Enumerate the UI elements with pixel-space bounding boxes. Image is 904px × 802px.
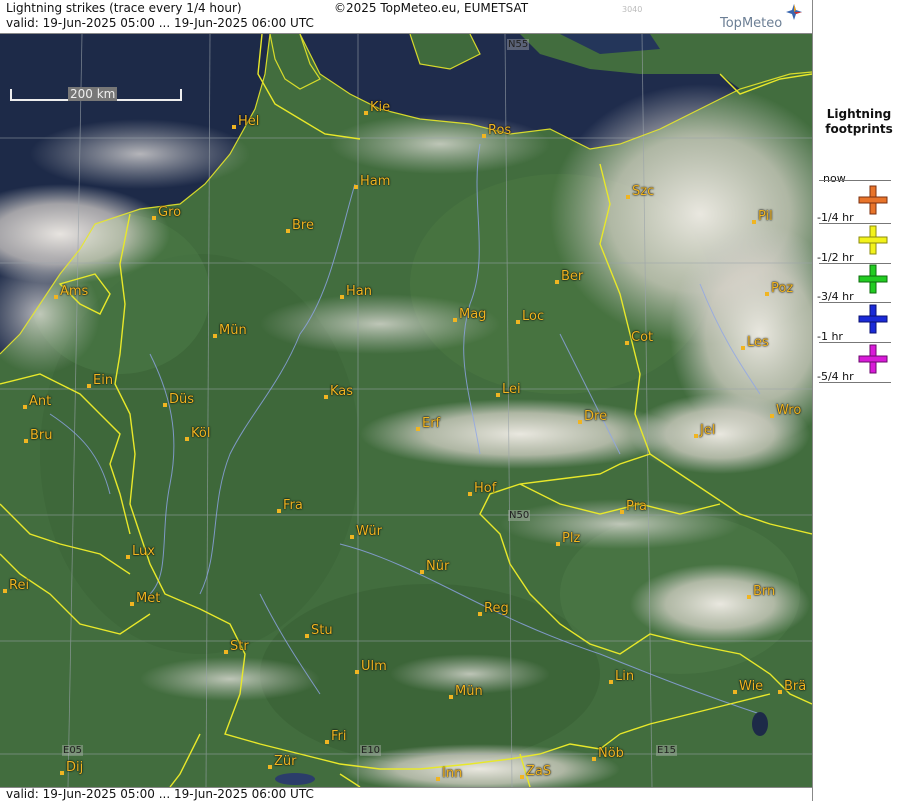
city-label[interactable]: Hof bbox=[468, 481, 496, 496]
grid-label-n50: N50 bbox=[508, 510, 531, 521]
legend-item-five-quarter: -5/4 hr bbox=[813, 343, 904, 383]
city-label[interactable]: Rei bbox=[3, 578, 29, 593]
city-label[interactable]: Jel bbox=[694, 423, 715, 438]
legend-item-one-hour: -1 hr bbox=[813, 303, 904, 343]
magenta-cross-icon bbox=[858, 344, 888, 374]
city-label[interactable]: Han bbox=[340, 284, 372, 299]
city-label[interactable]: Lei bbox=[496, 382, 521, 397]
city-label[interactable]: Szc bbox=[626, 184, 654, 199]
scale-label: 200 km bbox=[68, 87, 118, 101]
city-label[interactable]: Kie bbox=[364, 100, 390, 115]
city-label[interactable]: Nöb bbox=[592, 746, 624, 761]
city-label[interactable]: Zür bbox=[268, 754, 297, 769]
city-label[interactable]: ZaS bbox=[520, 764, 551, 779]
city-label[interactable]: Ant bbox=[23, 394, 51, 409]
grid-label-e15: E15 bbox=[656, 745, 678, 756]
city-label[interactable]: Ulm bbox=[355, 659, 387, 674]
grid-label-e10: E10 bbox=[360, 745, 382, 756]
city-label[interactable]: Fra bbox=[277, 498, 303, 513]
city-label[interactable]: Nür bbox=[420, 559, 449, 574]
city-label[interactable]: Wür bbox=[350, 524, 382, 539]
city-label[interactable]: Cot bbox=[625, 330, 653, 345]
map-title: Lightning strikes (trace every 1/4 hour) bbox=[6, 1, 242, 15]
header-bar: Lightning strikes (trace every 1/4 hour)… bbox=[0, 0, 812, 34]
legend-item-quarter: -1/4 hr bbox=[813, 184, 904, 224]
compass-star-icon bbox=[786, 4, 802, 20]
city-label[interactable]: Inn bbox=[436, 766, 462, 781]
city-label[interactable]: Les bbox=[741, 335, 769, 350]
city-label[interactable]: Dre bbox=[578, 409, 607, 424]
city-label[interactable]: Köl bbox=[185, 426, 210, 441]
city-label[interactable]: Mag bbox=[453, 307, 486, 322]
copyright: ©2025 TopMeteo.eu, EUMETSAT bbox=[334, 1, 529, 15]
city-label[interactable]: Stu bbox=[305, 623, 333, 638]
grid-label-n55: N55 bbox=[507, 39, 530, 50]
footer-bar: valid: 19-Jun-2025 05:00 ... 19-Jun-2025… bbox=[0, 787, 812, 802]
city-label[interactable]: Ams bbox=[54, 284, 88, 299]
city-label[interactable]: Kas bbox=[324, 384, 353, 399]
city-label[interactable]: Ber bbox=[555, 269, 583, 284]
topmeteo-logo[interactable]: TopMeteo bbox=[720, 16, 782, 31]
city-label[interactable]: Pil bbox=[752, 209, 773, 224]
legend-item-half: -1/2 hr bbox=[813, 224, 904, 264]
legend-title: Lightning footprints bbox=[825, 107, 893, 136]
yellow-cross-icon bbox=[858, 225, 888, 255]
city-label[interactable]: Ham bbox=[354, 174, 390, 189]
city-label[interactable]: Plz bbox=[556, 531, 580, 546]
city-label[interactable]: Brn bbox=[747, 584, 775, 599]
city-label[interactable]: Lux bbox=[126, 544, 155, 559]
city-label[interactable]: Wro bbox=[770, 403, 801, 418]
legend-panel: Lightning footprints now -1/4 hr -1/2 hr… bbox=[812, 0, 904, 801]
city-label[interactable]: Gro bbox=[152, 205, 181, 220]
orange-cross-icon bbox=[858, 185, 888, 215]
city-label[interactable]: Bre bbox=[286, 218, 314, 233]
city-label[interactable]: Mün bbox=[213, 323, 247, 338]
city-label[interactable]: Met bbox=[130, 591, 160, 606]
city-label[interactable]: Fri bbox=[325, 729, 347, 744]
blue-cross-icon bbox=[858, 304, 888, 334]
valid-time: valid: 19-Jun-2025 05:00 ... 19-Jun-2025… bbox=[6, 16, 314, 30]
satellite-map[interactable]: 200 km N55 N50 E05 E10 E15 Hel Kie Ros H… bbox=[0, 34, 812, 787]
city-label[interactable]: Wie bbox=[733, 679, 763, 694]
city-label[interactable]: Bru bbox=[24, 428, 53, 443]
city-label[interactable]: Lin bbox=[609, 669, 634, 684]
city-label[interactable]: Poz bbox=[765, 281, 793, 296]
city-label[interactable]: Ein bbox=[87, 373, 113, 388]
city-label[interactable]: Brä bbox=[778, 679, 806, 694]
map-code: 3040 bbox=[622, 5, 643, 14]
city-label[interactable]: Mün bbox=[449, 684, 483, 699]
city-label[interactable]: Hel bbox=[232, 114, 259, 129]
city-label[interactable]: Pra bbox=[620, 499, 647, 514]
footer-valid-time: valid: 19-Jun-2025 05:00 ... 19-Jun-2025… bbox=[6, 787, 314, 801]
city-label[interactable]: Loc bbox=[516, 309, 544, 324]
city-label[interactable]: Ros bbox=[482, 123, 511, 138]
grid-label-e05: E05 bbox=[62, 745, 84, 756]
legend-item-three-quarter: -3/4 hr bbox=[813, 263, 904, 303]
scale-bar: 200 km bbox=[10, 87, 182, 103]
green-cross-icon bbox=[858, 264, 888, 294]
city-label[interactable]: Str bbox=[224, 639, 249, 654]
city-label[interactable]: Dij bbox=[60, 760, 83, 775]
city-label[interactable]: Reg bbox=[478, 601, 509, 616]
city-label[interactable]: Erf bbox=[416, 416, 440, 431]
map-svg bbox=[0, 34, 812, 787]
city-label[interactable]: Düs bbox=[163, 392, 194, 407]
